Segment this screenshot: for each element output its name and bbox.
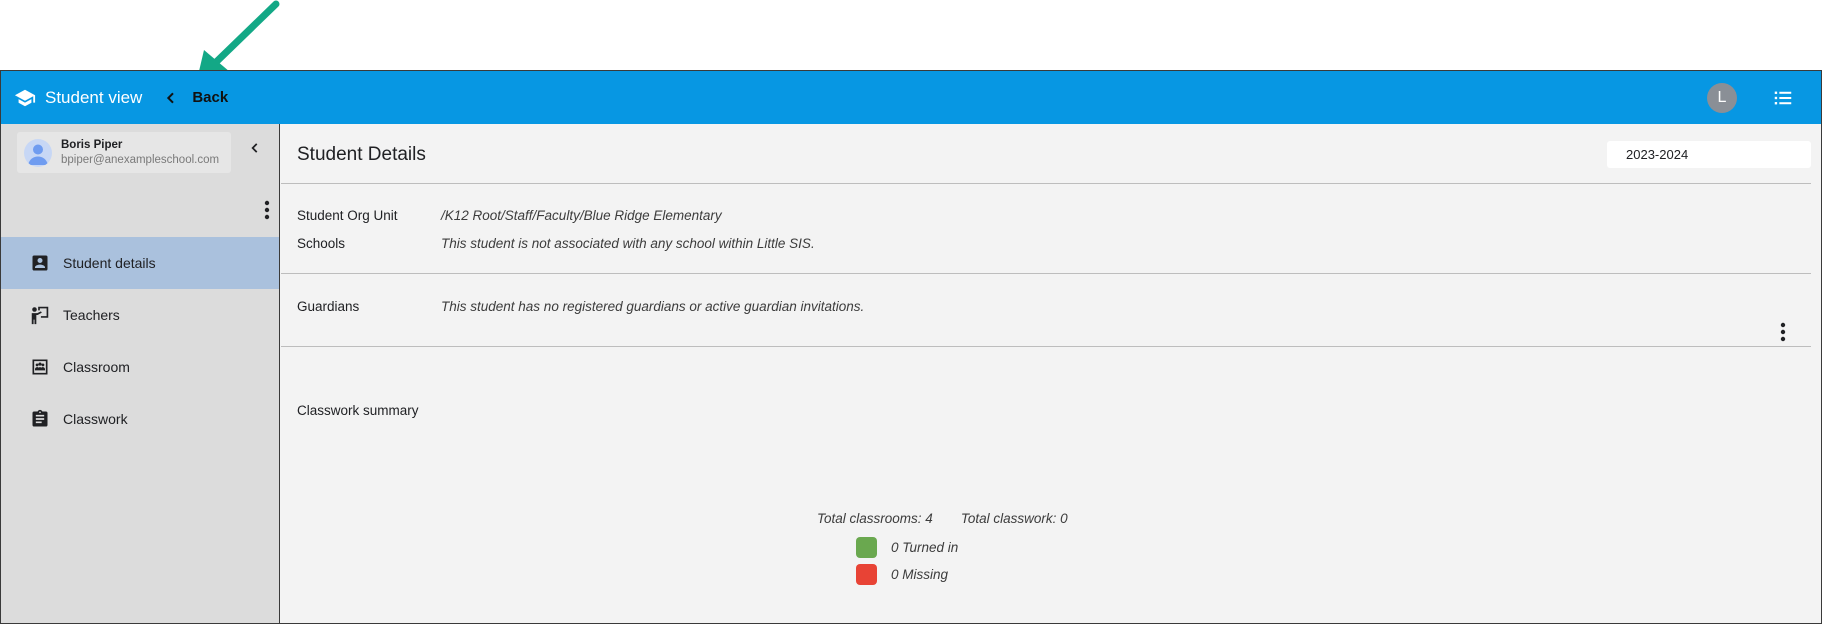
total-classwork: Total classwork: 0: [960, 511, 1068, 526]
page-title: Student Details: [297, 144, 426, 165]
back-label: Back: [192, 89, 229, 106]
collapse-sidebar-button[interactable]: [245, 138, 265, 158]
classwork-summary-title: Classwork summary: [297, 403, 419, 418]
school-year-select[interactable]: 2023-2024: [1607, 141, 1811, 168]
guardians-value: This student has no registered guardians…: [441, 299, 865, 314]
user-avatar-icon: [24, 138, 52, 167]
graduation-cap-icon: [13, 86, 37, 110]
divider: [281, 183, 1811, 184]
sidebar-item-label: Teachers: [63, 307, 120, 323]
missing-swatch: [856, 564, 877, 585]
guardians-label: Guardians: [297, 299, 360, 314]
more-vert-icon[interactable]: [259, 198, 275, 222]
clipboard-icon: [29, 408, 51, 430]
total-classrooms: Total classrooms: 4: [817, 511, 933, 526]
schools-label: Schools: [297, 236, 346, 251]
sidebar-item-classroom[interactable]: Classroom: [1, 341, 279, 393]
account-avatar[interactable]: L: [1707, 82, 1737, 113]
divider: [281, 346, 1811, 347]
sidebar-item-label: Classwork: [63, 411, 128, 427]
app-title: Student view: [45, 87, 143, 107]
user-email: bpiper@anexampleschool.com: [61, 154, 220, 166]
user-card[interactable]: Boris Piper bpiper@anexampleschool.com: [17, 132, 231, 173]
user-name: Boris Piper: [61, 139, 123, 151]
turned-in-swatch: [856, 537, 877, 558]
user-text: Boris Piper bpiper@anexampleschool.com: [61, 139, 219, 166]
sidebar-item-classwork[interactable]: Classwork: [1, 393, 279, 445]
sidebar: Boris Piper bpiper@anexampleschool.com S…: [1, 124, 280, 623]
back-button[interactable]: Back: [162, 89, 228, 107]
sidebar-item-label: Student details: [63, 255, 156, 271]
guardians-more-vert-icon[interactable]: [1775, 320, 1791, 344]
screenshot-stage: Student view Back L Boris Piper bpiper@a…: [0, 0, 1822, 624]
chevron-left-icon: [162, 89, 180, 107]
org-unit-value: /K12 Root/Staff/Faculty/Blue Ridge Eleme…: [441, 208, 722, 223]
teacher-icon: [29, 304, 51, 326]
sidebar-item-student-details[interactable]: Student details: [1, 237, 279, 289]
top-bar: Student view Back L: [1, 71, 1821, 124]
brand: Student view: [13, 86, 142, 110]
sidebar-nav: Student details Teachers Classroom Class…: [1, 237, 279, 445]
sidebar-item-label: Classroom: [63, 359, 130, 375]
classwork-totals: Total classrooms: 4 Total classwork: 0: [817, 511, 1068, 526]
divider: [281, 273, 1811, 274]
missing-label: 0 Missing: [891, 567, 949, 582]
org-unit-label: Student Org Unit: [297, 208, 398, 223]
sidebar-item-teachers[interactable]: Teachers: [1, 289, 279, 341]
app-window: Student view Back L Boris Piper bpiper@a…: [0, 70, 1822, 624]
schools-value: This student is not associated with any …: [441, 236, 815, 251]
missing-legend: 0 Missing: [856, 564, 948, 585]
top-right-controls: L: [1707, 71, 1795, 124]
classroom-icon: [29, 356, 51, 378]
turned-in-legend: 0 Turned in: [856, 537, 958, 558]
turned-in-label: 0 Turned in: [891, 540, 959, 555]
main-content: Student Details 2023-2024 Student Org Un…: [281, 124, 1821, 623]
list-icon[interactable]: [1771, 86, 1795, 110]
account-box-icon: [29, 252, 51, 274]
